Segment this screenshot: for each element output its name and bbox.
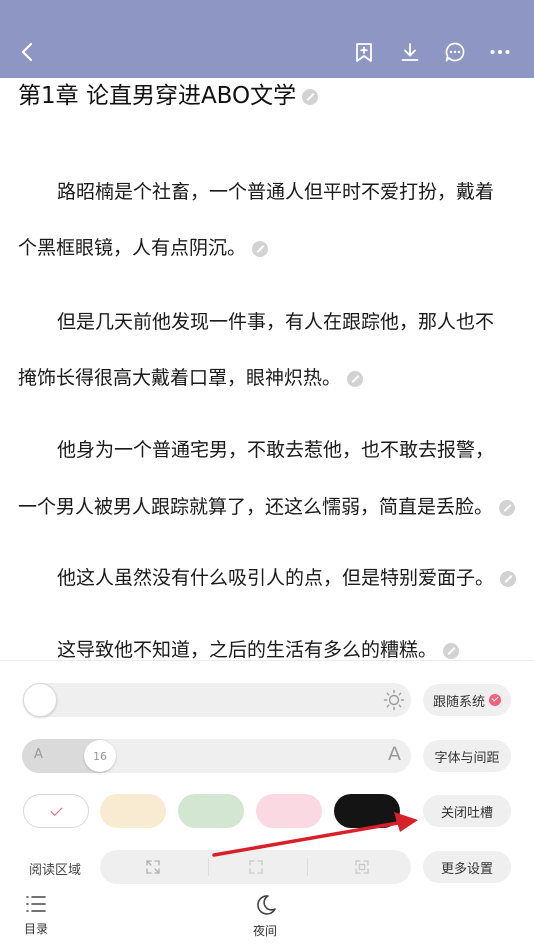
- paragraph-line: 一个男人被男人跟踪就算了，还这么懦弱，简直是丢脸。: [18, 494, 516, 520]
- theme-black-swatch[interactable]: [334, 794, 400, 828]
- font-large-label: A: [388, 743, 401, 765]
- chapter-title: 第1章 论直男穿进ABO文学: [18, 80, 319, 112]
- reading-area-row: 阅读区域 更多设置: [0, 850, 534, 884]
- moon-icon: [257, 895, 276, 915]
- bookmark-add-icon[interactable]: [350, 38, 378, 66]
- night-mode-nav-item[interactable]: 夜间: [253, 894, 277, 939]
- font-size-knob[interactable]: 16: [84, 740, 116, 772]
- font-size-row: A 16 A 字体与间距: [0, 739, 534, 773]
- brightness-row: 跟随系统: [0, 683, 534, 717]
- download-icon[interactable]: [396, 38, 424, 66]
- catalog-label: 目录: [24, 922, 49, 936]
- reading-area-label: 阅读区域: [29, 863, 82, 878]
- font-small-label: A: [34, 747, 43, 762]
- back-arrow-icon[interactable]: [14, 38, 42, 66]
- brightness-slider-knob[interactable]: [23, 683, 57, 717]
- theme-green-swatch[interactable]: [178, 794, 244, 828]
- theme-white-swatch[interactable]: [23, 794, 89, 828]
- selected-check-icon: [49, 803, 63, 816]
- paragraph-line: 他身为一个普通宅男，不敢去惹他，也不敢去报警，: [57, 439, 495, 461]
- reading-area-options: [100, 850, 411, 884]
- follow-system-button[interactable]: 跟随系统: [423, 684, 511, 716]
- medium-area-icon[interactable]: [248, 859, 264, 875]
- brightness-slider[interactable]: [23, 683, 411, 717]
- chapter-title-text: 第1章 论直男穿进ABO文学: [18, 83, 297, 109]
- paragraph-line: 掩饰长得很高大戴着口罩，眼神炽热。: [18, 365, 364, 391]
- close-comments-button[interactable]: 关闭吐槽: [423, 795, 511, 827]
- list-icon: [26, 896, 46, 912]
- paragraph-line: 个黑框眼镜，人有点阴沉。: [18, 235, 269, 261]
- compact-area-icon[interactable]: [354, 859, 370, 875]
- catalog-nav-item[interactable]: 目录: [24, 894, 48, 937]
- more-settings-button[interactable]: 更多设置: [423, 851, 511, 883]
- theme-cream-swatch[interactable]: [100, 794, 166, 828]
- divider: [208, 858, 209, 876]
- expand-area-icon[interactable]: [145, 859, 161, 875]
- paragraph-line: 但是几天前他发现一件事，有人在跟踪他，那人也不: [57, 311, 495, 333]
- paragraph-line: 路昭楠是个社畜，一个普通人但平时不爱打扮，戴着: [57, 181, 495, 203]
- font-spacing-button[interactable]: 字体与间距: [423, 740, 511, 772]
- edit-pen-icon[interactable]: [499, 499, 516, 516]
- edit-pen-icon[interactable]: [443, 642, 460, 659]
- edit-pen-icon[interactable]: [347, 370, 364, 387]
- divider: [307, 858, 308, 876]
- theme-row: 关闭吐槽: [0, 794, 534, 828]
- more-dots-icon[interactable]: [486, 38, 514, 66]
- edit-pen-icon[interactable]: [252, 240, 269, 257]
- edit-pen-icon[interactable]: [302, 88, 319, 105]
- edit-pen-icon[interactable]: [500, 570, 517, 587]
- comment-bubble-icon[interactable]: [441, 38, 469, 66]
- paragraph-line: 他这人虽然没有什么吸引人的点，但是特别爱面子。: [57, 565, 517, 591]
- night-label: 夜间: [253, 924, 278, 938]
- theme-pink-swatch[interactable]: [256, 794, 322, 828]
- check-badge-icon: [489, 694, 501, 706]
- sun-icon: [383, 689, 405, 711]
- top-bar: [0, 0, 534, 78]
